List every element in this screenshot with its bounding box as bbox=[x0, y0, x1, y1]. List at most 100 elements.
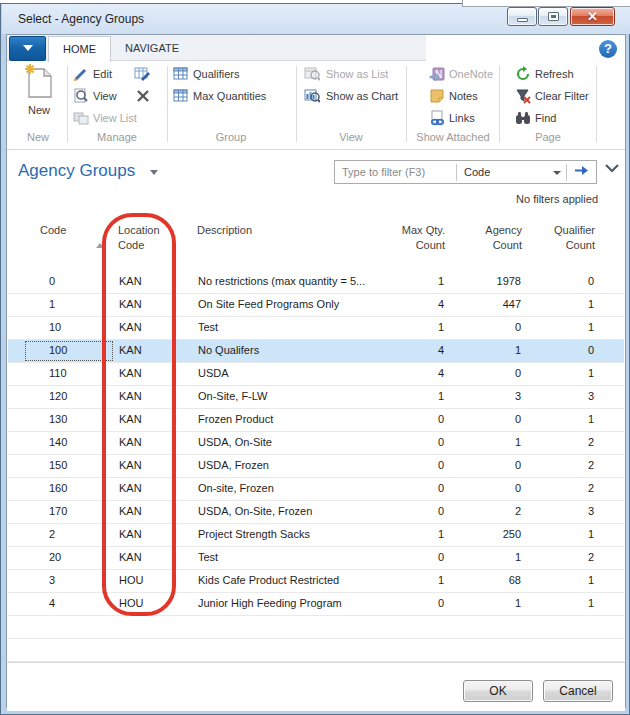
cell-max_qty: 0 bbox=[438, 413, 444, 425]
edit-list-button[interactable] bbox=[134, 66, 154, 84]
page-title: Agency Groups bbox=[18, 161, 135, 181]
group-separator bbox=[296, 66, 297, 142]
maximize-button[interactable] bbox=[538, 7, 568, 26]
cell-description: Kids Cafe Product Restricted bbox=[198, 574, 339, 586]
cell-max_qty: 0 bbox=[438, 505, 444, 517]
table-row[interactable]: 130KANFrozen Product001 bbox=[8, 409, 624, 432]
filter-box: Type to filter (F3) Code bbox=[334, 160, 597, 184]
focused-cell-outline bbox=[25, 341, 113, 361]
ribbon: New New Edit View bbox=[7, 62, 625, 150]
cell-code: 140 bbox=[49, 436, 67, 448]
cell-max_qty: 0 bbox=[438, 436, 444, 448]
filter-input[interactable]: Type to filter (F3) bbox=[342, 166, 425, 178]
refresh-icon bbox=[515, 66, 531, 82]
help-button[interactable]: ? bbox=[599, 40, 617, 58]
cell-description: USDA, On-Site bbox=[198, 436, 272, 448]
table-row[interactable]: 1KANOn Site Feed Programs Only44471 bbox=[8, 294, 624, 317]
ribbon-group-manage: Manage bbox=[71, 131, 163, 143]
cell-qualifier: 1 bbox=[588, 298, 594, 310]
cell-qualifier: 3 bbox=[588, 505, 594, 517]
cell-code: 150 bbox=[49, 459, 67, 471]
ribbon-group-view: View bbox=[301, 131, 401, 143]
tab-home[interactable]: HOME bbox=[48, 36, 111, 62]
column-header-qualifier2[interactable]: Count bbox=[566, 239, 595, 251]
minimize-button[interactable] bbox=[507, 7, 537, 26]
cell-qualifier: 1 bbox=[588, 597, 594, 609]
cell-qualifier: 2 bbox=[588, 551, 594, 563]
tab-navigate[interactable]: NAVIGATE bbox=[111, 36, 193, 62]
close-button[interactable]: ✕ bbox=[570, 7, 615, 26]
cell-qualifier: 2 bbox=[588, 459, 594, 471]
cell-qualifier: 1 bbox=[588, 574, 594, 586]
cell-qualifier: 0 bbox=[588, 275, 594, 287]
column-header-max-qty[interactable]: Max Qty. bbox=[402, 224, 445, 236]
filter-column-select[interactable]: Code bbox=[464, 166, 490, 178]
column-header-max-qty2[interactable]: Count bbox=[416, 239, 445, 251]
column-header-code[interactable]: Code bbox=[40, 224, 66, 236]
column-header-agency2[interactable]: Count bbox=[493, 239, 522, 251]
ok-button[interactable]: OK bbox=[463, 680, 533, 702]
table-row[interactable]: 4HOUJunior High Feeding Program011 bbox=[8, 593, 624, 616]
show-as-list-icon bbox=[304, 66, 320, 82]
chevron-down-icon[interactable] bbox=[150, 170, 158, 175]
cell-code: 170 bbox=[49, 505, 67, 517]
cell-code: 160 bbox=[49, 482, 67, 494]
pencil-icon bbox=[73, 66, 89, 82]
new-button[interactable]: New bbox=[15, 64, 63, 128]
cell-description: No restrictions (max quantity = 5... bbox=[198, 275, 365, 287]
cell-code: 2 bbox=[49, 528, 55, 540]
table-row[interactable]: 20KANTest012 bbox=[8, 547, 624, 570]
cell-agency: 1 bbox=[515, 597, 521, 609]
table-row[interactable]: 120KANOn-Site, F-LW133 bbox=[8, 386, 624, 409]
cell-code: 130 bbox=[49, 413, 67, 425]
ribbon-group-group: Group bbox=[171, 131, 291, 143]
show-as-chart-icon bbox=[304, 88, 320, 104]
table-row[interactable]: 2KANProject Strength Sacks12501 bbox=[8, 524, 624, 547]
cell-agency: 0 bbox=[515, 459, 521, 471]
table-row[interactable]: 10KANTest101 bbox=[8, 317, 624, 340]
table-row[interactable]: 160KANOn-site, Frozen002 bbox=[8, 478, 624, 501]
cell-agency: 0 bbox=[515, 482, 521, 494]
cancel-button[interactable]: Cancel bbox=[543, 680, 613, 702]
background-window-edge bbox=[462, 0, 630, 7]
table-row[interactable]: 170KANUSDA, On-Site, Frozen023 bbox=[8, 501, 624, 524]
cell-max_qty: 1 bbox=[438, 390, 444, 402]
column-header-qualifier[interactable]: Qualifier bbox=[554, 224, 595, 236]
cell-description: Project Strength Sacks bbox=[198, 528, 310, 540]
cell-agency: 0 bbox=[515, 413, 521, 425]
cell-max_qty: 0 bbox=[438, 551, 444, 563]
application-menu-button[interactable] bbox=[9, 36, 46, 61]
maximize-icon bbox=[548, 12, 559, 21]
column-header-agency[interactable]: Agency bbox=[485, 224, 522, 236]
cell-code: 3 bbox=[49, 574, 55, 586]
cell-max_qty: 4 bbox=[438, 344, 444, 356]
window: Select - Agency Groups ✕ HOME NAVIGATE ? bbox=[0, 3, 630, 715]
window-title: Select - Agency Groups bbox=[18, 12, 144, 26]
table-row[interactable]: 0KANNo restrictions (max quantity = 5...… bbox=[8, 271, 624, 294]
cell-code: 0 bbox=[49, 275, 55, 287]
delete-button[interactable] bbox=[135, 88, 155, 106]
table-row[interactable]: 150KANUSDA, Frozen002 bbox=[8, 455, 624, 478]
table-row[interactable]: 3HOUKids Cafe Product Restricted1681 bbox=[8, 570, 624, 593]
minimize-icon bbox=[517, 18, 528, 22]
cell-max_qty: 0 bbox=[438, 597, 444, 609]
cell-qualifier: 0 bbox=[588, 344, 594, 356]
collapse-chevron-icon[interactable] bbox=[605, 161, 619, 176]
title-bar: Select - Agency Groups ✕ bbox=[2, 4, 630, 34]
cell-description: On-site, Frozen bbox=[198, 482, 274, 494]
column-header-description[interactable]: Description bbox=[197, 224, 252, 236]
chevron-down-icon[interactable] bbox=[553, 171, 561, 175]
table-row[interactable]: 100KANNo Qualifers410 bbox=[8, 340, 624, 363]
cell-agency: 1 bbox=[515, 344, 521, 356]
apply-filter-arrow-icon[interactable] bbox=[574, 164, 589, 179]
cell-agency: 447 bbox=[503, 298, 521, 310]
cell-max_qty: 1 bbox=[438, 321, 444, 333]
new-document-icon bbox=[25, 64, 55, 100]
cell-code: 1 bbox=[49, 298, 55, 310]
table-row[interactable]: 140KANUSDA, On-Site012 bbox=[8, 432, 624, 455]
binoculars-icon bbox=[515, 110, 531, 126]
cell-agency: 2 bbox=[515, 505, 521, 517]
table-row[interactable]: 110KANUSDA401 bbox=[8, 363, 624, 386]
view-list-icon bbox=[73, 110, 89, 126]
window-content: HOME NAVIGATE ? New New bbox=[6, 34, 626, 708]
